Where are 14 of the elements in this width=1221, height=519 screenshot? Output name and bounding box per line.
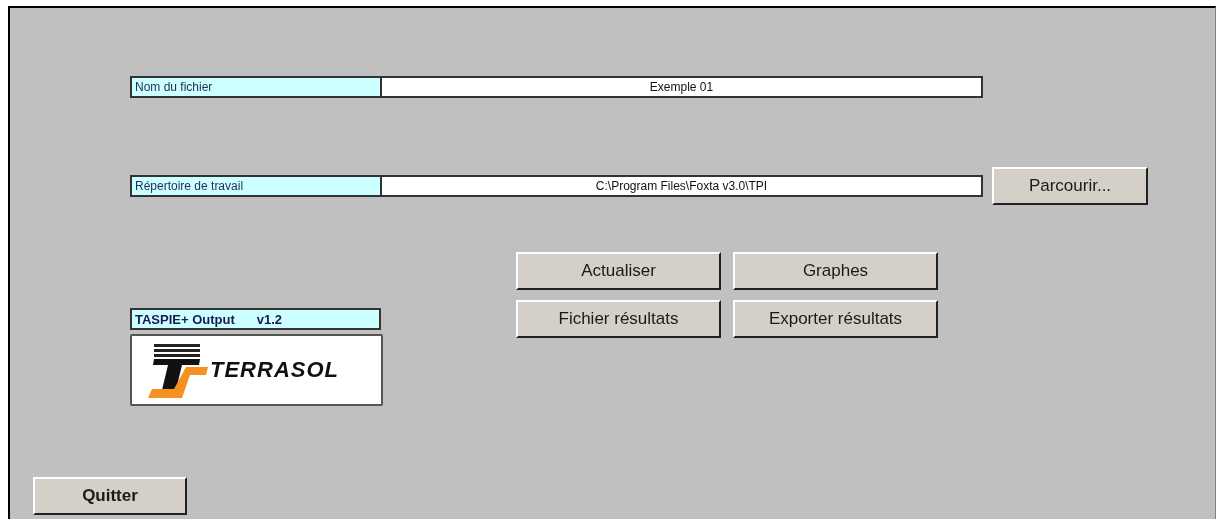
action-button[interactable]: Actualiser xyxy=(516,252,721,290)
input-field[interactable]: Exemple 01 xyxy=(381,76,983,98)
action-button[interactable]: Fichier résultats xyxy=(516,300,721,338)
version-text: v1.2 xyxy=(256,311,283,327)
action-button[interactable]: Graphes xyxy=(733,252,938,290)
field-label: Répertoire de travail xyxy=(130,175,381,197)
product-name: TASPIE+ Output xyxy=(135,311,235,327)
input-field[interactable]: C:\Program Files\Foxta v3.0\TPI xyxy=(381,175,983,197)
field-label: Nom du fichier xyxy=(130,76,381,98)
quit-button[interactable]: Quitter xyxy=(33,477,187,515)
browse-button[interactable]: Parcourir... xyxy=(992,167,1148,205)
action-button[interactable]: Exporter résultats xyxy=(733,300,938,338)
logo-text: TERRASOL xyxy=(210,357,339,383)
logo-mark-icon xyxy=(146,342,208,398)
